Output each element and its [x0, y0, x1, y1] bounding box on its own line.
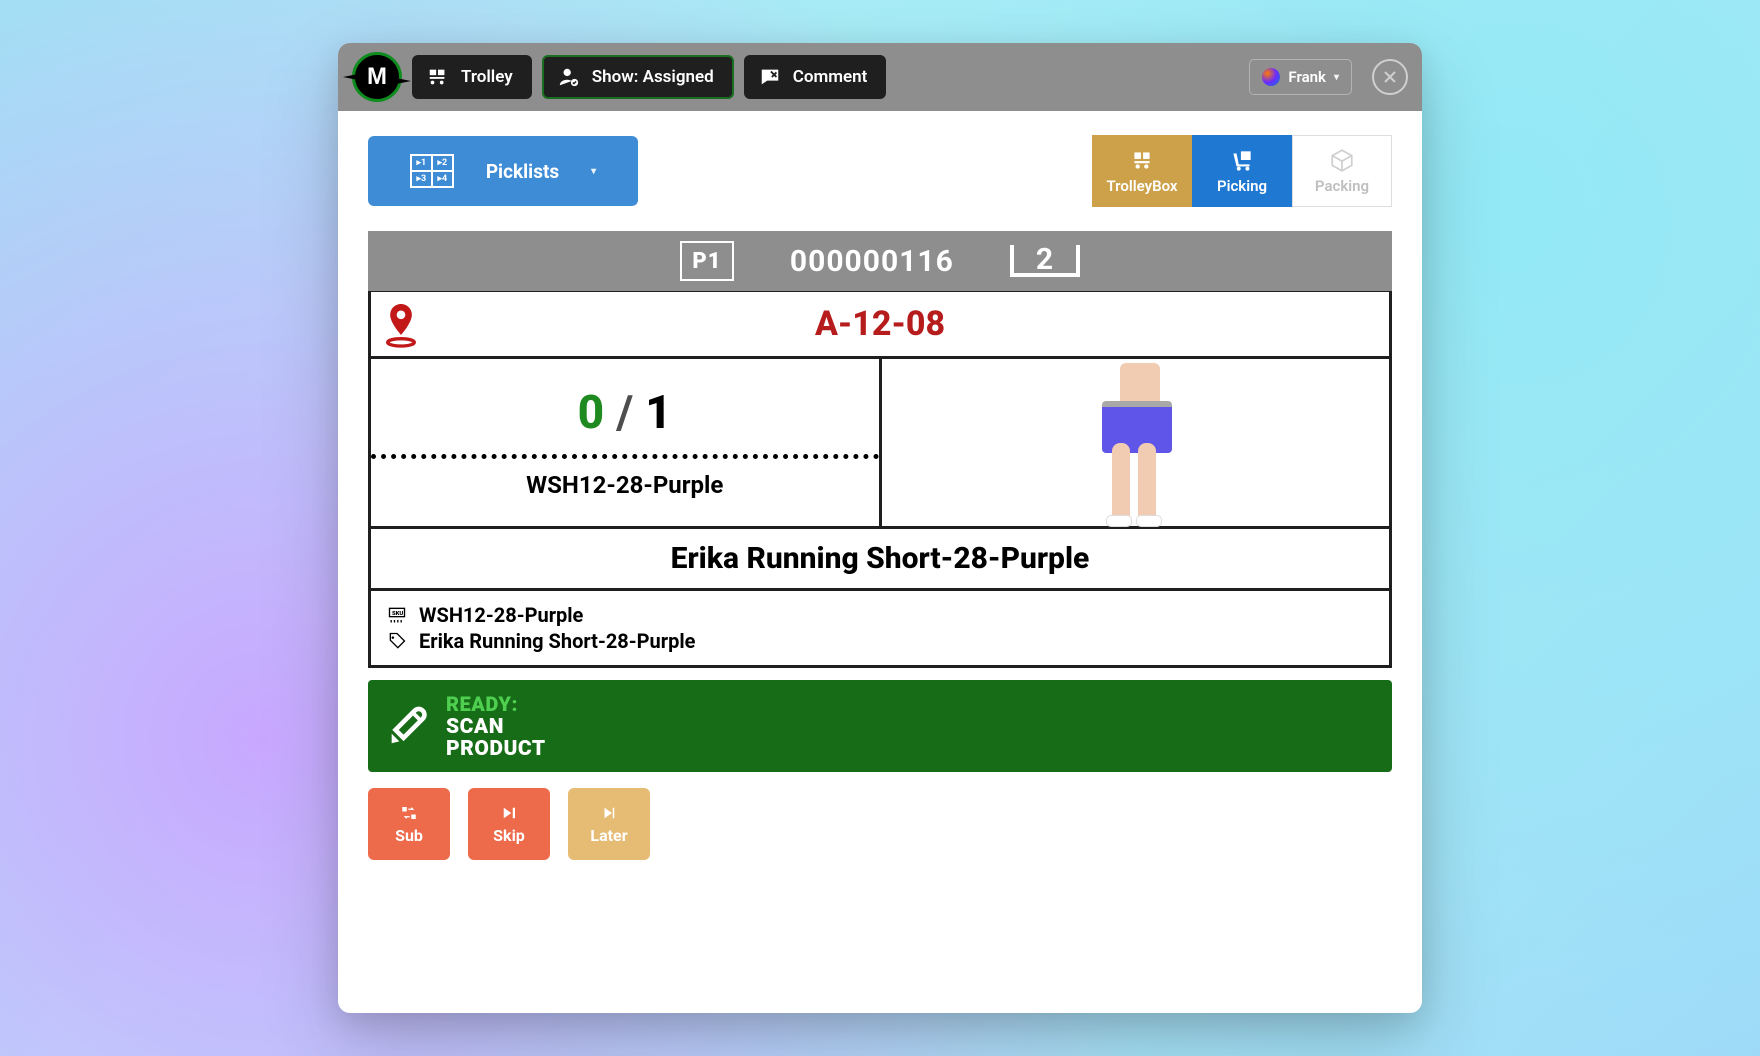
packing-icon — [1327, 147, 1357, 173]
quantity-display: 0 / 1 — [578, 386, 672, 440]
tab-packing[interactable]: Packing — [1292, 135, 1392, 207]
app-logo-icon: M — [352, 52, 402, 102]
location-pin-icon — [381, 300, 421, 348]
later-label: Later — [590, 826, 627, 845]
ready-title: READY: — [446, 692, 546, 716]
product-name: Erika Running Short-28-Purple — [671, 541, 1090, 576]
username: Frank — [1288, 68, 1326, 86]
close-button[interactable] — [1372, 59, 1408, 95]
sku-icon: SKU — [387, 605, 407, 625]
svg-text:SKU: SKU — [392, 611, 403, 617]
mode-tabs: TrolleyBox Picking Packing — [1092, 135, 1392, 207]
comment-button[interactable]: Comment — [744, 55, 887, 99]
line-number: 2 — [1010, 245, 1080, 277]
app-window: M Trolley Show: Assigned Comment Frank ▾ — [338, 43, 1422, 1013]
position-badge: P1 — [680, 241, 734, 281]
user-menu[interactable]: Frank ▾ — [1249, 59, 1352, 95]
meta-sku: WSH12-28-Purple — [419, 603, 583, 627]
product-image — [1080, 363, 1190, 523]
tab-picking-label: Picking — [1217, 177, 1267, 195]
trolley-icon — [427, 66, 449, 88]
skip-icon — [499, 804, 519, 822]
later-button[interactable]: Later — [568, 788, 650, 860]
location-row: A-12-08 — [368, 291, 1392, 359]
tab-trolleybox-label: TrolleyBox — [1106, 177, 1177, 195]
tab-packing-label: Packing — [1315, 177, 1369, 195]
sub-button[interactable]: Sub — [368, 788, 450, 860]
trolleybox-icon — [1127, 147, 1157, 173]
top-toolbar: ▸1▸2▸3▸4 Picklists ▾ TrolleyBox Picking … — [368, 135, 1392, 207]
ready-line1: SCAN — [446, 716, 546, 738]
order-number: 000000116 — [790, 244, 954, 279]
meta-name: Erika Running Short-28-Purple — [419, 629, 695, 653]
titlebar: M Trolley Show: Assigned Comment Frank ▾ — [338, 43, 1422, 111]
tag-icon — [387, 631, 407, 651]
product-name-row: Erika Running Short-28-Purple — [368, 529, 1392, 591]
picklists-dropdown[interactable]: ▸1▸2▸3▸4 Picklists ▾ — [368, 136, 638, 206]
comment-label: Comment — [793, 67, 868, 87]
close-icon — [1383, 70, 1397, 84]
pick-header: P1 000000116 2 — [368, 231, 1392, 291]
qty-separator: / — [616, 386, 633, 440]
picklists-label: Picklists — [486, 160, 559, 183]
trolley-button[interactable]: Trolley — [412, 55, 532, 99]
show-filter-label: Show: Assigned — [592, 67, 714, 87]
product-meta-row: SKU WSH12-28-Purple Erika Running Short-… — [368, 591, 1392, 668]
main-content: ▸1▸2▸3▸4 Picklists ▾ TrolleyBox Picking … — [338, 111, 1422, 1013]
person-check-icon — [558, 66, 580, 88]
product-mid-row: 0 / 1 WSH12-28-Purple — [368, 359, 1392, 529]
sub-label: Sub — [395, 826, 423, 845]
barcode-scanner-icon — [384, 703, 430, 749]
dotted-divider — [371, 454, 879, 459]
action-row: Sub Skip Later — [368, 788, 1392, 860]
tab-picking[interactable]: Picking — [1192, 135, 1292, 207]
picking-icon — [1227, 147, 1257, 173]
product-image-cell — [882, 359, 1390, 526]
trolley-label: Trolley — [461, 67, 513, 87]
required-qty: 1 — [645, 386, 672, 440]
picklists-icon: ▸1▸2▸3▸4 — [410, 154, 454, 188]
tab-trolleybox[interactable]: TrolleyBox — [1092, 135, 1192, 207]
comment-icon — [759, 66, 781, 88]
avatar-icon — [1262, 68, 1280, 86]
chevron-down-icon: ▾ — [1334, 72, 1339, 83]
substitute-icon — [399, 804, 419, 822]
skip-label: Skip — [493, 826, 525, 845]
chevron-down-icon: ▾ — [591, 166, 596, 177]
qty-sku-cell: 0 / 1 WSH12-28-Purple — [371, 359, 882, 526]
skip-button[interactable]: Skip — [468, 788, 550, 860]
ready-text: READY: SCAN PRODUCT — [446, 692, 546, 760]
ready-status-bar: READY: SCAN PRODUCT — [368, 680, 1392, 772]
ready-line2: PRODUCT — [446, 738, 546, 760]
show-filter-button[interactable]: Show: Assigned — [542, 55, 734, 99]
location-code: A-12-08 — [815, 304, 945, 344]
sku-large: WSH12-28-Purple — [526, 471, 723, 499]
picked-qty: 0 — [578, 386, 605, 440]
later-icon — [599, 804, 619, 822]
